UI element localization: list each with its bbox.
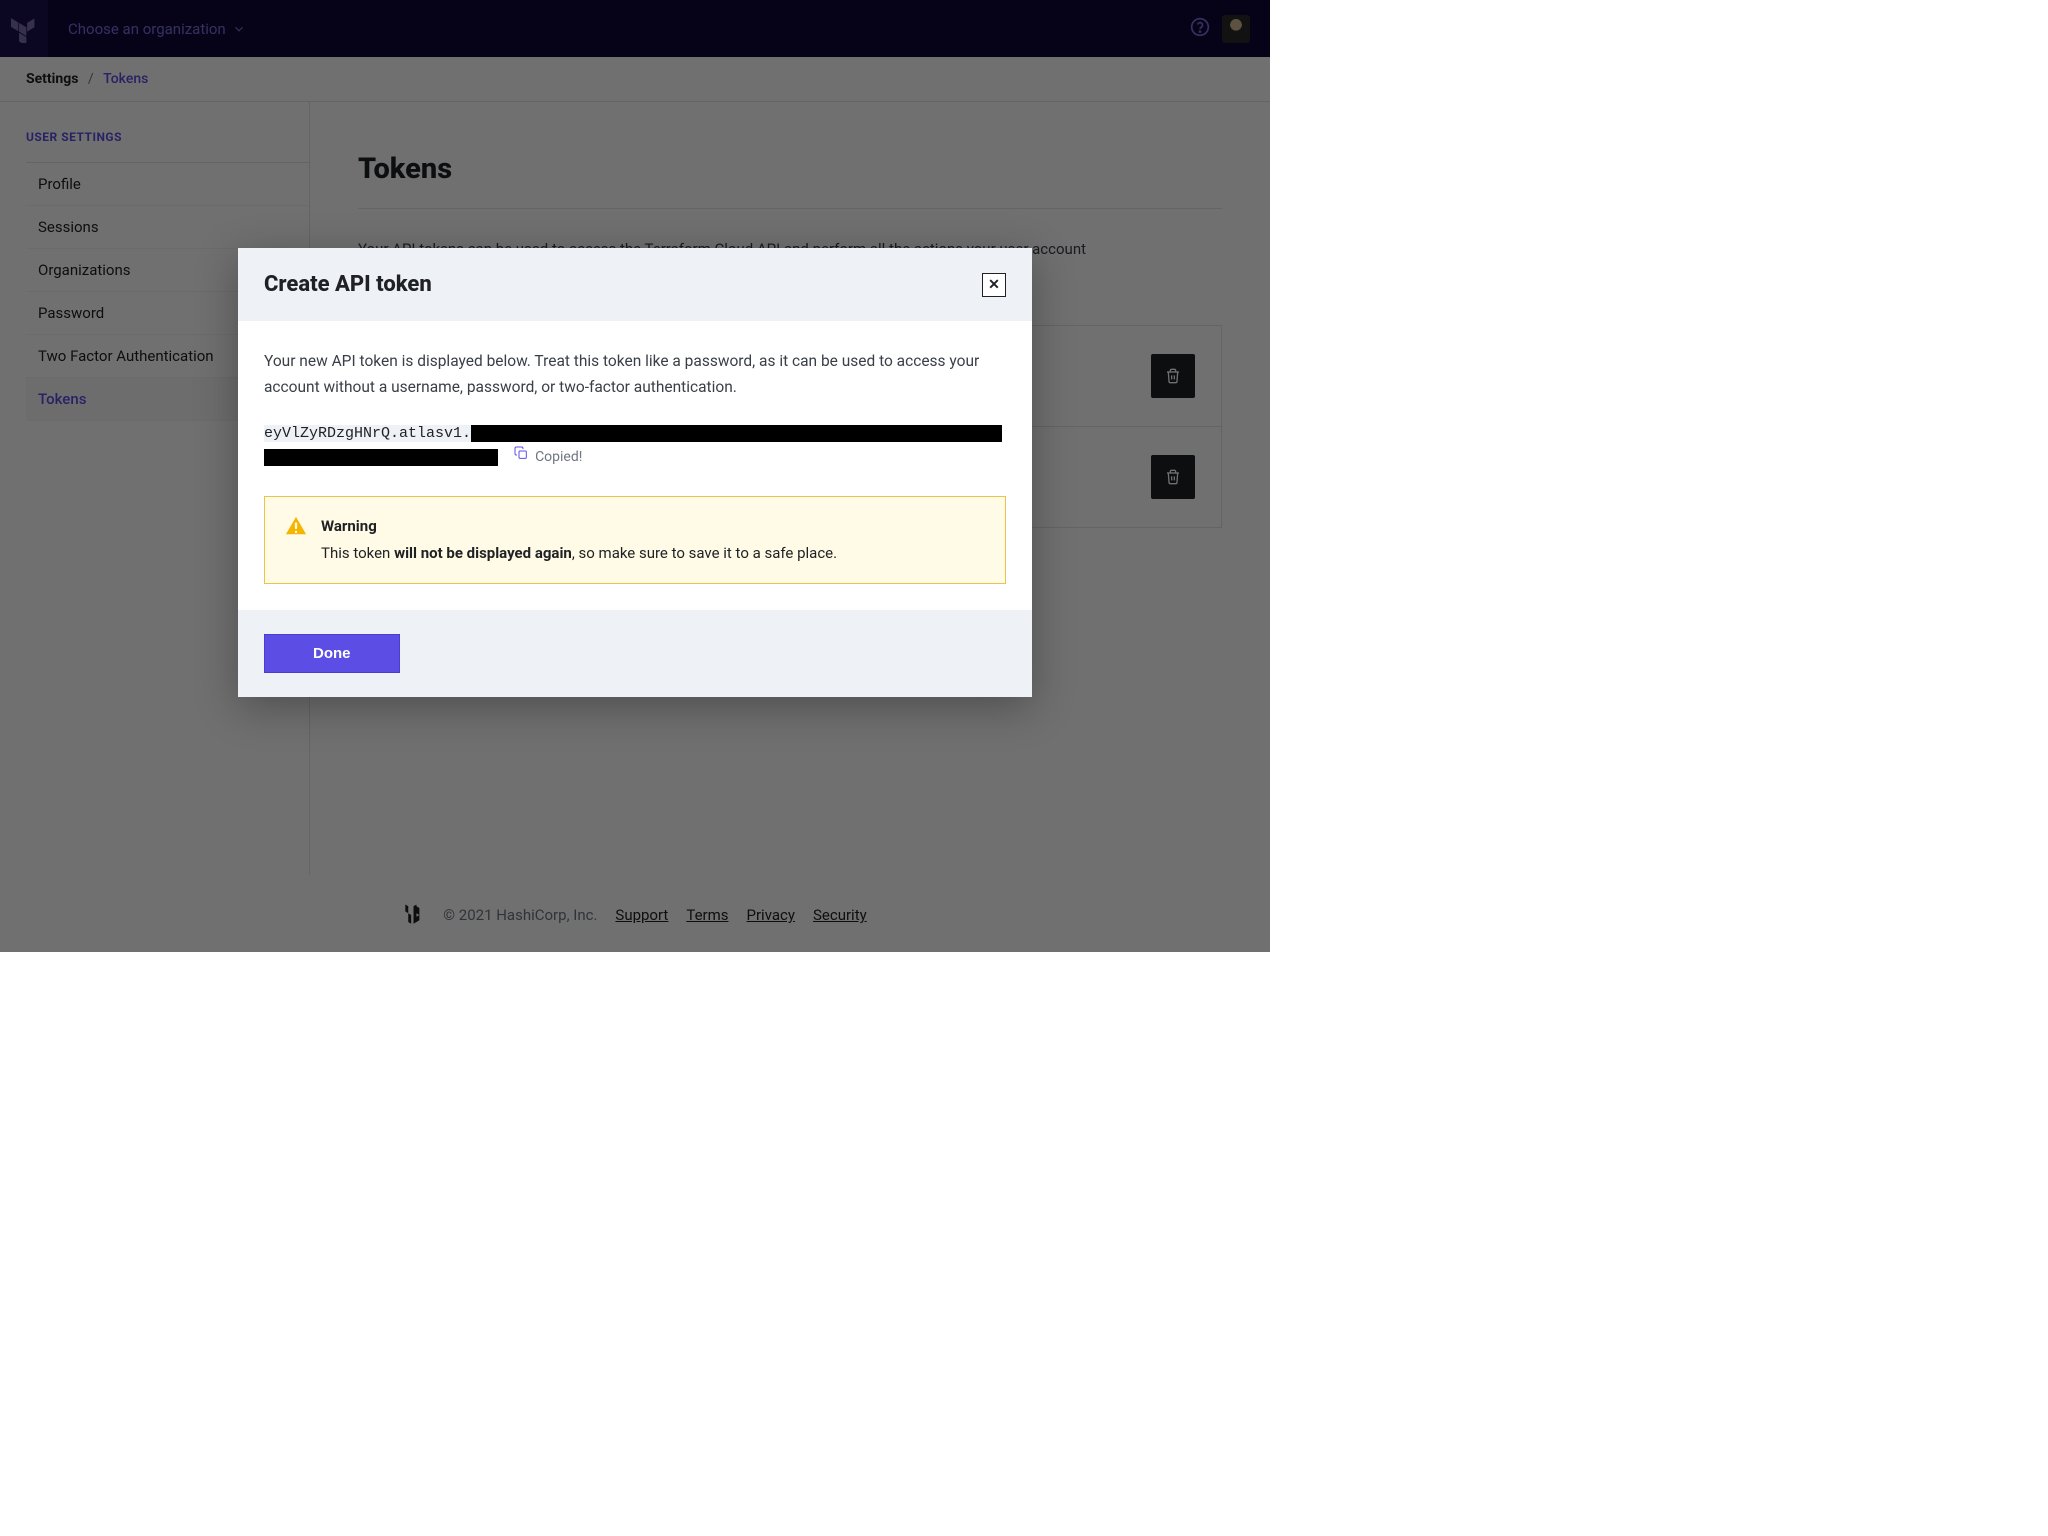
create-token-modal: Create API token ✕ Your new API token is… — [238, 248, 1032, 697]
token-redacted-part: XXXXXXXXXXXXXXXXXXXXXXXXXXXXXXXXXXXXXXXX… — [471, 425, 1002, 442]
copied-label: Copied! — [535, 447, 582, 469]
warning-text: This token will not be displayed again, … — [321, 542, 837, 565]
close-icon: ✕ — [988, 277, 1000, 293]
token-visible-part: eyVlZyRDzgHNrQ.atlasv1. — [264, 425, 471, 442]
modal-footer: Done — [238, 610, 1032, 697]
warning-box: Warning This token will not be displayed… — [264, 496, 1006, 585]
warning-title: Warning — [321, 515, 837, 538]
token-value[interactable]: eyVlZyRDzgHNrQ.atlasv1.XXXXXXXXXXXXXXXXX… — [264, 422, 1006, 470]
copy-icon[interactable] — [513, 445, 529, 469]
modal-title: Create API token — [264, 272, 982, 297]
modal-overlay: Create API token ✕ Your new API token is… — [0, 0, 1270, 952]
modal-description: Your new API token is displayed below. T… — [264, 349, 1006, 400]
modal-header: Create API token ✕ — [238, 248, 1032, 321]
token-redacted-part: XXXXXXXXXXXXXXXXXXXXXXXXXX — [264, 449, 498, 466]
warning-icon — [285, 515, 307, 566]
close-button[interactable]: ✕ — [982, 273, 1006, 297]
done-button[interactable]: Done — [264, 634, 400, 673]
